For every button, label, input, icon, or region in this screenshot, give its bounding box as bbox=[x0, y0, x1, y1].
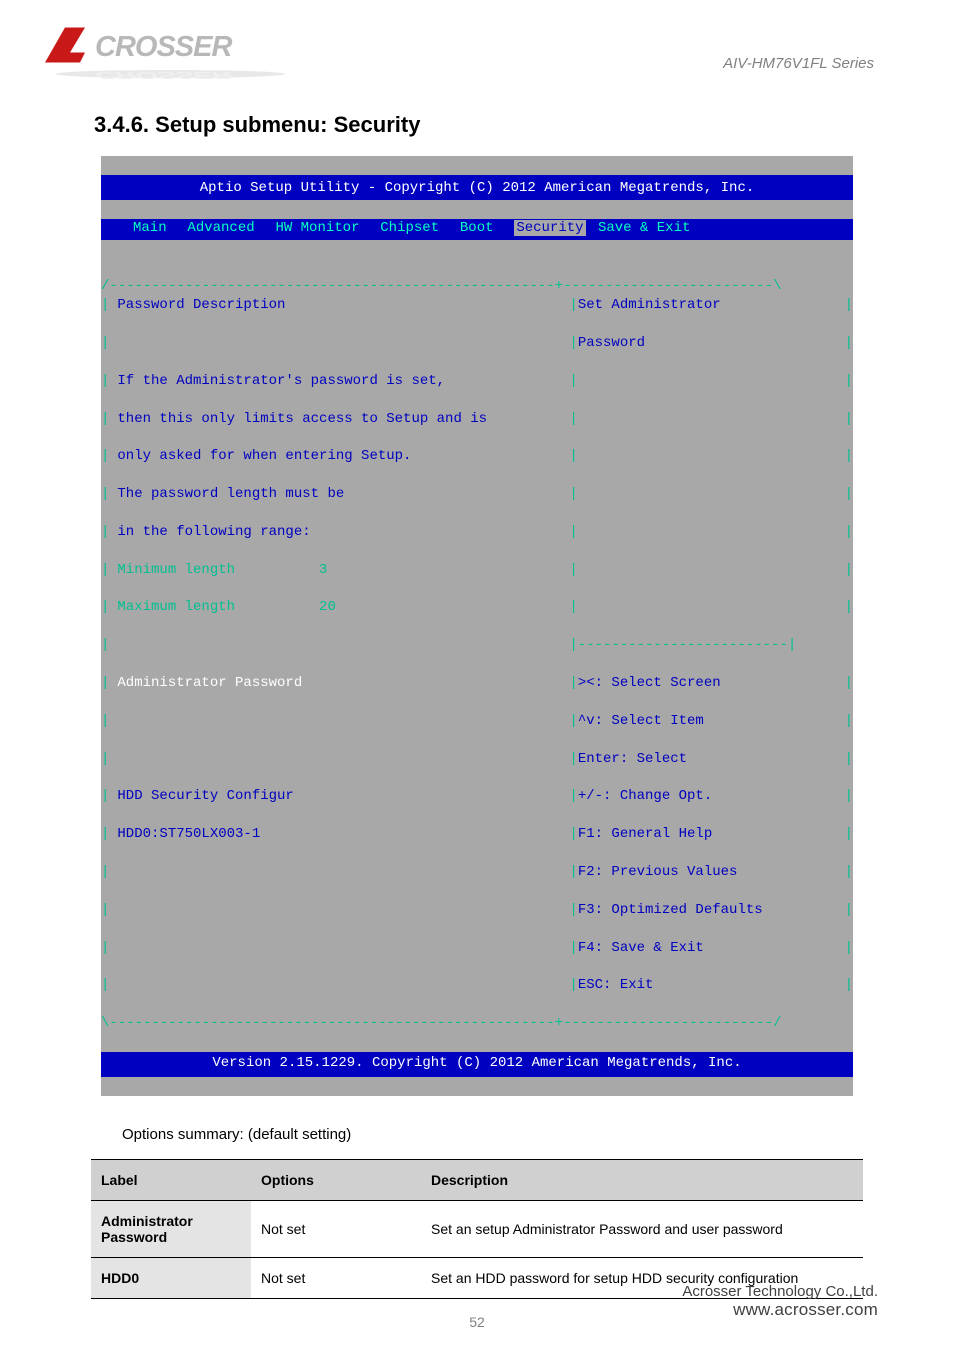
hdd0-item[interactable]: HDD0:ST750LX003-1 bbox=[109, 825, 569, 844]
tab-chipset[interactable]: Chipset bbox=[380, 220, 439, 236]
bios-body: /---------------------------------------… bbox=[101, 258, 853, 1033]
tab-hwmonitor[interactable]: HW Monitor bbox=[275, 220, 359, 236]
th-label: Label bbox=[91, 1159, 251, 1200]
section-heading: 3.4.6. Setup submenu: Security bbox=[94, 112, 922, 138]
row-desc: Set an setup Administrator Password and … bbox=[421, 1200, 863, 1257]
row-option: Not set bbox=[251, 1257, 421, 1298]
company-name: Acrosser Technology Co.,Ltd. bbox=[682, 1283, 878, 1300]
svg-text:CROSSER: CROSSER bbox=[95, 70, 233, 80]
tab-boot[interactable]: Boot bbox=[460, 220, 494, 236]
th-description: Description bbox=[421, 1159, 863, 1200]
table-row: Administrator Password Not set Set an se… bbox=[91, 1200, 863, 1257]
svg-text:CROSSER: CROSSER bbox=[95, 31, 232, 63]
help-text: Set Administrator bbox=[578, 296, 820, 315]
tab-main[interactable]: Main bbox=[133, 220, 167, 236]
tab-advanced[interactable]: Advanced bbox=[187, 220, 254, 236]
options-summary-label: Options summary: (default setting) bbox=[122, 1126, 922, 1143]
bios-screenshot: Aptio Setup Utility - Copyright (C) 2012… bbox=[101, 156, 853, 1096]
th-options: Options bbox=[251, 1159, 421, 1200]
table-header-row: Label Options Description bbox=[91, 1159, 863, 1200]
hdd-security-label: HDD Security Configur bbox=[109, 787, 569, 806]
bios-footer-bar: Version 2.15.1229. Copyright (C) 2012 Am… bbox=[101, 1052, 853, 1077]
bios-tab-bar: Main Advanced HW Monitor Chipset Boot Se… bbox=[101, 219, 853, 240]
company-logo: CROSSER CROSSER bbox=[40, 20, 922, 85]
help-key: ><: Select Screen bbox=[578, 674, 820, 693]
bios-text: Password Description bbox=[109, 296, 569, 315]
row-label: Administrator Password bbox=[91, 1200, 251, 1257]
bios-title-bar: Aptio Setup Utility - Copyright (C) 2012… bbox=[101, 175, 853, 200]
options-table: Label Options Description Administrator … bbox=[91, 1159, 863, 1299]
page-number: 52 bbox=[469, 1314, 485, 1330]
company-url: www.acrosser.com bbox=[682, 1300, 878, 1320]
row-label: HDD0 bbox=[91, 1257, 251, 1298]
row-option: Not set bbox=[251, 1200, 421, 1257]
tab-save-exit[interactable]: Save & Exit bbox=[598, 220, 690, 236]
page-footer: Acrosser Technology Co.,Ltd. www.acrosse… bbox=[682, 1283, 878, 1320]
admin-password-item[interactable]: Administrator Password bbox=[109, 674, 569, 693]
tab-security[interactable]: Security bbox=[514, 220, 585, 236]
